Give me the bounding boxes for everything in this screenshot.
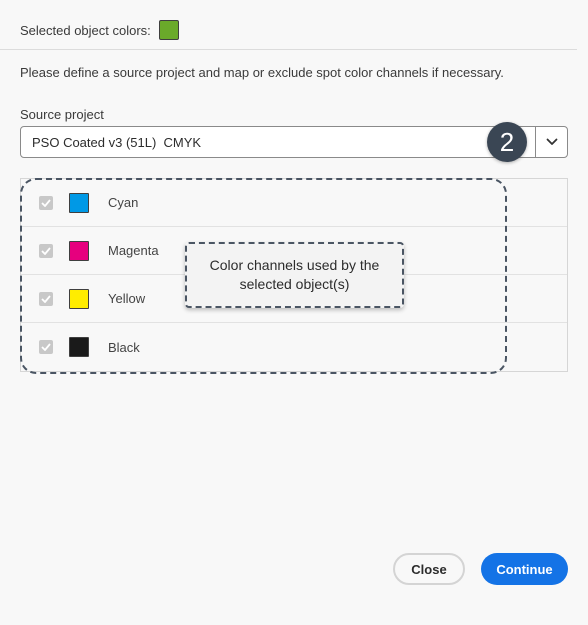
checkmark-icon [41,198,51,207]
checkmark-icon [41,343,51,351]
source-project-label: Source project [20,107,104,122]
selected-object-colors: Selected object colors: [20,20,179,40]
selected-object-colors-label: Selected object colors: [20,22,151,38]
close-button[interactable]: Close [393,553,465,585]
selected-object-color-swatch [158,20,179,40]
channel-color-swatch [69,240,89,261]
channel-color-swatch [69,337,89,357]
channel-checkbox[interactable] [39,195,53,210]
checkmark-icon [41,246,51,255]
channel-row-cyan: Cyan [21,179,567,227]
source-project-value: PSO Coated v3 (51L) CMYK [32,134,202,150]
channel-color-swatch [69,288,89,309]
channel-checkbox[interactable] [39,243,53,258]
header-divider [0,49,577,50]
continue-button[interactable]: Continue [481,553,568,585]
channel-checkbox[interactable] [39,340,53,354]
channel-name: Magenta [108,243,159,258]
callout-tooltip: Color channels used by the selected obje… [185,242,404,308]
checkmark-icon [41,294,51,303]
source-project-select[interactable]: PSO Coated v3 (51L) CMYK [20,126,568,158]
channel-color-swatch [69,192,89,213]
source-project-dropdown-button[interactable] [535,127,567,157]
channel-name: Yellow [108,291,146,306]
instructions-text: Please define a source project and map o… [20,65,504,80]
channel-checkbox[interactable] [39,291,53,306]
channel-name: Cyan [108,195,139,210]
callout-number-badge: 2 [487,122,527,162]
channel-row-black: Black [21,323,567,371]
chevron-down-icon [546,138,557,145]
channel-name: Black [108,339,140,355]
